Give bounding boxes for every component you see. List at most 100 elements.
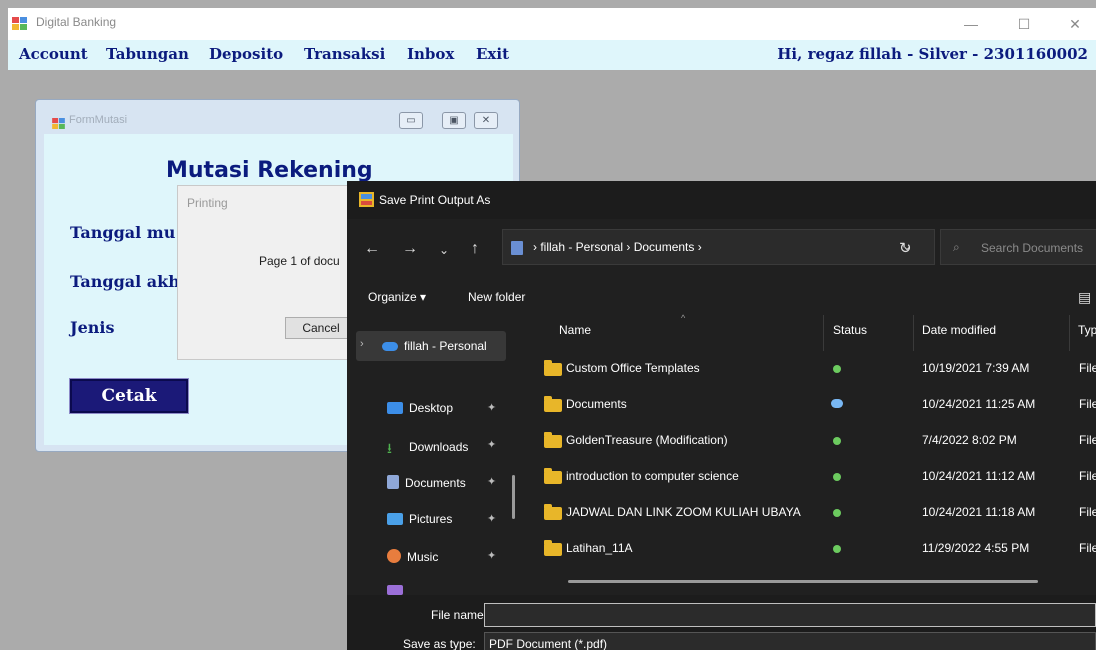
printing-title: Printing	[187, 196, 228, 210]
synced-status-icon	[833, 473, 841, 481]
menu-bar: Account Tabungan Deposito Transaksi Inbo…	[8, 40, 1096, 70]
print-icon	[359, 192, 374, 207]
save-as-type-select[interactable]: PDF Document (*.pdf)	[484, 632, 1096, 650]
form-minimize-button[interactable]: ▭	[399, 112, 423, 129]
file-name-input[interactable]	[484, 603, 1096, 627]
horizontal-scrollbar[interactable]	[568, 580, 1038, 583]
search-icon: ⌕	[953, 240, 960, 254]
cloud-icon	[382, 342, 398, 351]
pin-icon[interactable]: ✦	[487, 549, 496, 562]
tanggal-mulai-label: Tanggal mu	[70, 223, 176, 242]
menu-inbox[interactable]: Inbox	[407, 45, 454, 63]
dialog-toolbar: Organize ▾ New folder ▤	[347, 281, 1096, 315]
file-name: introduction to computer science	[566, 469, 739, 483]
nav-documents-label: Documents	[405, 476, 466, 490]
column-name[interactable]: Name	[559, 323, 591, 337]
form-maximize-button[interactable]: ▣	[442, 112, 466, 129]
file-type: File	[1079, 541, 1096, 555]
expand-chevron-icon[interactable]: ›	[360, 338, 364, 350]
file-date: 10/24/2021 11:12 AM	[922, 469, 1036, 483]
recent-locations-icon[interactable]: ⌄	[439, 243, 449, 257]
address-bar[interactable]: › fillah - Personal › Documents › ⌄	[502, 229, 935, 265]
nav-item-pictures[interactable]: Pictures	[387, 512, 452, 526]
file-row[interactable]: GoldenTreasure (Modification) 7/4/2022 8…	[525, 423, 1096, 459]
file-row[interactable]: JADWAL DAN LINK ZOOM KULIAH UBAYA 10/24/…	[525, 495, 1096, 531]
synced-status-icon	[833, 437, 841, 445]
address-path: › fillah - Personal › Documents ›	[533, 240, 702, 254]
folder-icon	[544, 468, 562, 484]
minimize-button[interactable]: —	[948, 12, 994, 36]
folder-icon	[544, 504, 562, 520]
menu-tabungan[interactable]: Tabungan	[106, 45, 189, 63]
pictures-icon	[387, 513, 403, 525]
file-date: 11/29/2022 4:55 PM	[922, 541, 1030, 555]
back-arrow-icon[interactable]: ←	[364, 240, 380, 258]
videos-icon	[387, 585, 403, 595]
column-separator[interactable]	[1069, 315, 1070, 351]
pin-icon[interactable]: ✦	[487, 512, 496, 525]
file-row[interactable]: Latihan_11A 11/29/2022 4:55 PM File	[525, 531, 1096, 567]
nav-desktop-label: Desktop	[409, 401, 454, 415]
search-placeholder: Search Documents	[981, 241, 1084, 255]
file-type: File	[1079, 433, 1096, 447]
download-icon: ⭳	[387, 440, 392, 456]
form-icon	[52, 118, 65, 129]
view-options-icon[interactable]: ▤	[1078, 289, 1091, 306]
folder-icon	[544, 396, 562, 412]
menu-account[interactable]: Account	[19, 45, 88, 63]
column-date-modified[interactable]: Date modified	[922, 323, 996, 337]
close-button[interactable]: ✕	[1052, 12, 1096, 36]
new-folder-button[interactable]: New folder	[468, 290, 525, 304]
menu-transaksi[interactable]: Transaksi	[304, 45, 385, 63]
maximize-button[interactable]: ☐	[1001, 12, 1047, 36]
file-date: 10/24/2021 11:18 AM	[922, 505, 1036, 519]
file-type: File	[1079, 361, 1096, 375]
document-icon	[387, 475, 399, 489]
pin-icon[interactable]: ✦	[487, 401, 496, 414]
folder-icon	[544, 540, 562, 556]
column-type[interactable]: Typ	[1078, 323, 1096, 337]
pin-icon[interactable]: ✦	[487, 438, 496, 451]
menu-exit[interactable]: Exit	[476, 45, 509, 63]
organize-button[interactable]: Organize ▾	[368, 290, 426, 304]
file-row[interactable]: Custom Office Templates 10/19/2021 7:39 …	[525, 351, 1096, 387]
search-input[interactable]: ⌕ Search Documents	[940, 229, 1096, 265]
file-list: Name ^ Status Date modified Typ Custom O…	[525, 313, 1096, 595]
nav-music-label: Music	[407, 550, 439, 564]
nav-item-onedrive[interactable]: › fillah - Personal	[356, 331, 506, 361]
printing-message: Page 1 of docu	[259, 254, 340, 268]
main-titlebar: Digital Banking — ☐ ✕	[8, 8, 1096, 40]
menu-deposito[interactable]: Deposito	[209, 45, 283, 63]
file-name: Latihan_11A	[566, 541, 633, 555]
nav-item-downloads[interactable]: ⭳ Downloads	[387, 438, 469, 456]
forward-arrow-icon[interactable]: →	[402, 240, 418, 258]
save-dialog-titlebar: Save Print Output As	[347, 181, 1096, 219]
form-mutasi-title: FormMutasi	[69, 114, 128, 126]
form-close-button[interactable]: ✕	[474, 112, 498, 129]
save-dialog-footer: File name: Save as type: PDF Document (*…	[347, 595, 1096, 650]
folder-icon	[544, 360, 562, 376]
save-dialog: Save Print Output As ← → ⌄ ↑ › fillah - …	[347, 181, 1096, 650]
cloud-status-icon	[831, 399, 843, 408]
nav-item-documents[interactable]: Documents	[387, 475, 466, 490]
refresh-icon[interactable]: ↻	[899, 239, 912, 257]
cetak-button[interactable]: Cetak	[69, 378, 189, 414]
navigation-pane: › fillah - Personal Desktop ✦ ⭳ Downloads…	[347, 315, 522, 595]
nav-downloads-label: Downloads	[409, 440, 469, 454]
column-separator[interactable]	[823, 315, 824, 351]
file-name: Documents	[566, 397, 627, 411]
user-greeting: Hi, regaz fillah - Silver - 2301160002	[777, 45, 1088, 63]
nav-item-music[interactable]: Music	[387, 549, 438, 564]
column-separator[interactable]	[913, 315, 914, 351]
desktop-icon	[387, 402, 403, 414]
pin-icon[interactable]: ✦	[487, 475, 496, 488]
file-row[interactable]: Documents 10/24/2021 11:25 AM File	[525, 387, 1096, 423]
form-heading: Mutasi Rekening	[166, 158, 373, 183]
up-arrow-icon[interactable]: ↑	[471, 240, 479, 258]
nav-onedrive-label: fillah - Personal	[404, 339, 487, 353]
column-status[interactable]: Status	[833, 323, 867, 337]
nav-scrollbar[interactable]	[512, 475, 515, 519]
file-row[interactable]: introduction to computer science 10/24/2…	[525, 459, 1096, 495]
folder-location-icon	[511, 241, 523, 255]
nav-item-desktop[interactable]: Desktop	[387, 401, 453, 415]
